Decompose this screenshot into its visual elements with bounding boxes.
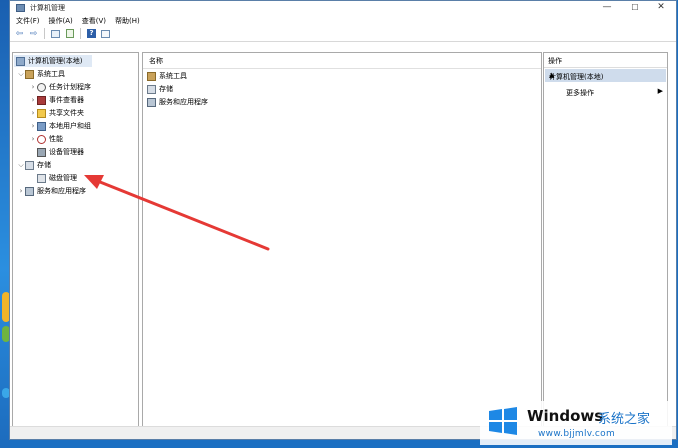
tree-item-label: 系统工具 <box>37 70 65 78</box>
submenu-arrow-icon[interactable]: ▶ <box>658 87 663 95</box>
tree-item-label: 磁盘管理 <box>49 174 77 182</box>
chevron-right-icon[interactable]: › <box>29 109 37 117</box>
console-tree-icon[interactable] <box>50 28 61 39</box>
tree-item-label: 事件查看器 <box>49 96 84 104</box>
list-item-label: 服务和应用程序 <box>159 98 208 106</box>
tree-item-services-apps[interactable]: › 服务和应用程序 <box>17 185 86 197</box>
site-watermark: Windows 系统之家 www.bjjmlv.com <box>480 401 672 445</box>
computer-management-icon <box>16 4 25 12</box>
collapse-icon[interactable]: ▲ <box>549 71 662 79</box>
menu-bar: 文件(F) 操作(A) 查看(V) 帮助(H) <box>10 15 676 26</box>
help-icon[interactable]: ? <box>86 28 97 39</box>
storage-icon <box>147 84 156 94</box>
toolbar-separator <box>80 28 81 39</box>
tree-item-event-viewer[interactable]: › 事件查看器 <box>29 94 84 106</box>
menu-view[interactable]: 查看(V) <box>82 16 106 26</box>
tree-item-label: 任务计划程序 <box>49 83 91 91</box>
services-icon <box>147 97 156 107</box>
chevron-right-icon[interactable]: › <box>17 187 25 195</box>
tree-item-disk-management[interactable]: 磁盘管理 <box>37 172 77 184</box>
menu-action[interactable]: 操作(A) <box>49 16 73 26</box>
results-pane: 名称 系统工具 存储 服务和应用程序 <box>142 52 542 427</box>
device-manager-icon <box>37 147 46 157</box>
clock-icon <box>37 82 46 92</box>
windows-logo-icon <box>489 407 517 435</box>
list-item[interactable]: 存储 <box>147 83 173 95</box>
tree-item-label: 本地用户和组 <box>49 122 91 130</box>
tree-root-label: 计算机管理(本地) <box>28 57 83 65</box>
chevron-right-icon[interactable]: › <box>29 135 37 143</box>
folder-icon <box>37 108 46 118</box>
close-button[interactable]: ✕ <box>648 1 674 15</box>
console-tree-pane: 计算机管理(本地) ⌵ 系统工具 › 任务计划程序 › 事件查看器 › 共享文件… <box>12 52 139 427</box>
watermark-site-name: 系统之家 <box>598 412 651 427</box>
name-column-label: 名称 <box>149 57 163 65</box>
event-viewer-icon <box>37 95 46 105</box>
chevron-down-icon[interactable]: ⌵ <box>17 70 25 79</box>
storage-icon <box>25 160 34 170</box>
services-icon <box>25 186 34 196</box>
watermark-brand: Windows <box>527 407 604 425</box>
list-item-label: 存储 <box>159 85 173 93</box>
chevron-right-icon[interactable]: › <box>29 122 37 130</box>
toolbar-separator <box>44 28 45 39</box>
properties-icon[interactable] <box>100 28 111 39</box>
tree-item-label: 性能 <box>49 135 63 143</box>
title-bar[interactable]: 计算机管理 — ☐ ✕ <box>10 1 676 15</box>
maximize-button[interactable]: ☐ <box>622 1 648 15</box>
menu-help[interactable]: 帮助(H) <box>115 16 140 26</box>
tree-item-label: 服务和应用程序 <box>37 187 86 195</box>
tree-item-shared-folders[interactable]: › 共享文件夹 <box>29 107 84 119</box>
export-icon[interactable] <box>64 28 75 39</box>
minimize-button[interactable]: — <box>594 1 620 15</box>
list-item-label: 系统工具 <box>159 72 187 80</box>
tree-root[interactable]: 计算机管理(本地) <box>14 55 92 67</box>
tree-item-local-users[interactable]: › 本地用户和组 <box>29 120 91 132</box>
computer-management-window: 计算机管理 — ☐ ✕ 文件(F) 操作(A) 查看(V) 帮助(H) ⇦ ⇨ … <box>9 0 677 440</box>
window-title: 计算机管理 <box>30 4 65 12</box>
users-icon <box>37 121 46 131</box>
list-item[interactable]: 系统工具 <box>147 70 187 82</box>
list-item[interactable]: 服务和应用程序 <box>147 96 208 108</box>
more-actions-link[interactable]: 更多操作 <box>566 88 594 98</box>
tree-item-performance[interactable]: › 性能 <box>29 133 63 145</box>
tree-item-device-manager[interactable]: 设备管理器 <box>37 146 84 158</box>
tools-icon <box>25 69 34 79</box>
tree-item-task-scheduler[interactable]: › 任务计划程序 <box>29 81 91 93</box>
name-column-header[interactable]: 名称 <box>143 53 541 69</box>
back-icon[interactable]: ⇦ <box>14 28 25 39</box>
tree-item-label: 设备管理器 <box>49 148 84 156</box>
disk-icon <box>37 173 46 183</box>
tree-item-label: 存储 <box>37 161 51 169</box>
actions-pane: 操作 计算机管理(本地) ▲ 更多操作 ▶ <box>543 52 668 427</box>
actions-header: 操作 <box>544 53 667 68</box>
tree-item-label: 共享文件夹 <box>49 109 84 117</box>
computer-icon <box>16 56 25 66</box>
chevron-down-icon[interactable]: ⌵ <box>17 161 25 170</box>
performance-icon <box>37 134 46 144</box>
actions-group[interactable]: 计算机管理(本地) ▲ <box>545 69 666 82</box>
tools-icon <box>147 71 156 81</box>
forward-icon[interactable]: ⇨ <box>28 28 39 39</box>
actions-header-label: 操作 <box>548 57 562 65</box>
toolbar: ⇦ ⇨ ? <box>10 26 676 42</box>
tree-item-system-tools[interactable]: ⌵ 系统工具 <box>17 68 65 80</box>
chevron-right-icon[interactable]: › <box>29 96 37 104</box>
chevron-right-icon[interactable]: › <box>29 83 37 91</box>
menu-file[interactable]: 文件(F) <box>16 16 40 26</box>
tree-item-storage[interactable]: ⌵ 存储 <box>17 159 51 171</box>
watermark-url: www.bjjmlv.com <box>538 429 616 439</box>
